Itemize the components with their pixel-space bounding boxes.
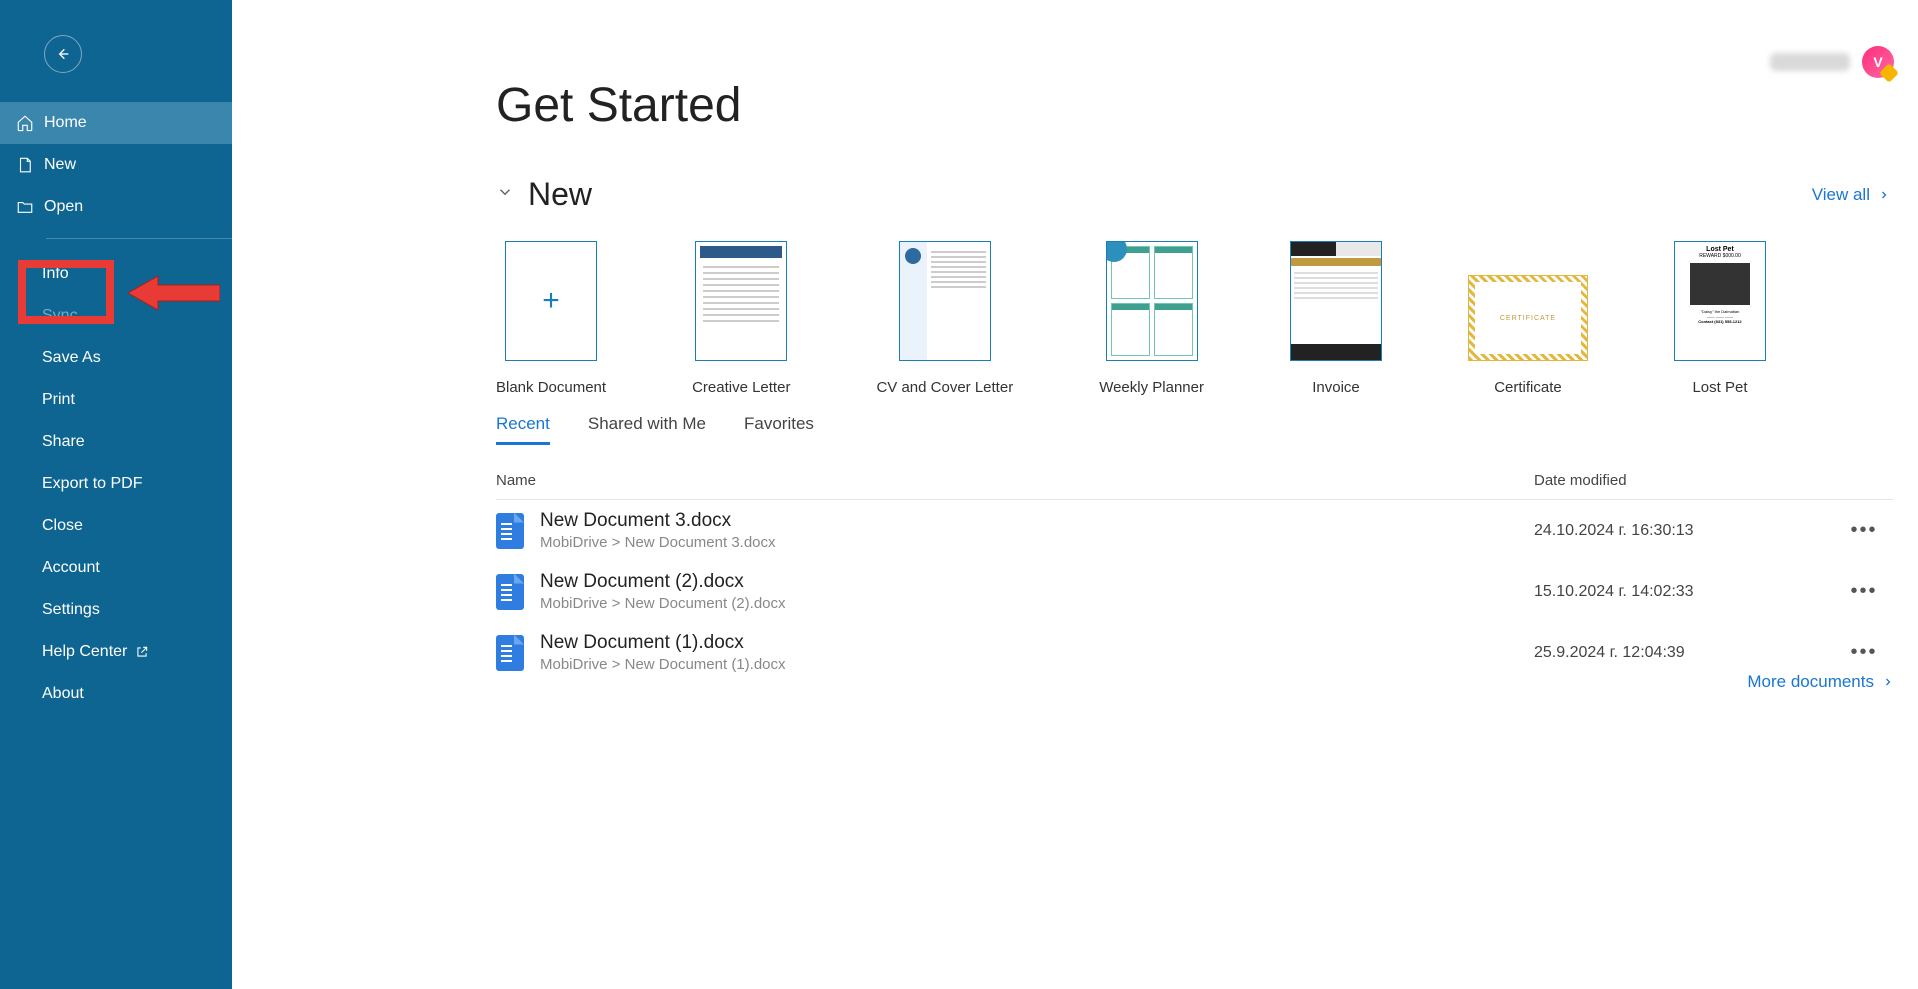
template-label: Creative Letter [692,379,790,396]
sidebar-item-label: Export to PDF [42,475,142,493]
sidebar-item-label: Account [42,559,100,577]
sidebar-item-sync[interactable]: Sync [0,295,232,337]
template-label: Certificate [1494,379,1562,396]
template-cv-cover-letter[interactable]: CV and Cover Letter [876,241,1013,396]
sidebar-item-export-pdf[interactable]: Export to PDF [0,463,232,505]
sidebar-item-help-center[interactable]: Help Center [0,631,232,673]
chevron-right-icon [1878,189,1890,201]
plus-icon: + [542,284,560,318]
folder-icon [16,198,34,216]
file-date: 25.9.2024 г. 12:04:39 [1534,644,1834,662]
tab-favorites[interactable]: Favorites [744,414,814,445]
file-path: MobiDrive > New Document 3.docx [540,534,1534,551]
sidebar-item-print[interactable]: Print [0,379,232,421]
sidebar-item-share[interactable]: Share [0,421,232,463]
sidebar-item-label: New [44,156,76,174]
sidebar-item-label: Info [42,265,69,283]
template-weekly-planner[interactable]: Weekly Planner [1099,241,1204,396]
sidebar-item-label: Home [44,114,87,132]
sidebar-item-label: Print [42,391,75,409]
template-invoice[interactable]: Invoice [1290,241,1382,396]
home-icon [16,114,34,132]
main-content: V Get Started New View all + Blank Docum… [232,0,1918,989]
file-name: New Document 3.docx [540,510,1534,532]
column-name[interactable]: Name [496,472,1534,489]
more-options-button[interactable]: ••• [1834,641,1894,664]
sidebar-item-settings[interactable]: Settings [0,589,232,631]
file-date: 24.10.2024 г. 16:30:13 [1534,522,1834,540]
template-thumb [1106,241,1198,361]
document-icon [496,513,524,549]
sidebar-item-about[interactable]: About [0,673,232,715]
template-blank-document[interactable]: + Blank Document [496,241,606,396]
sidebar-item-label: Share [42,433,85,451]
list-header: Name Date modified [496,462,1894,500]
file-list-tabs: Recent Shared with Me Favorites [496,414,814,445]
file-path: MobiDrive > New Document (1).docx [540,656,1534,673]
sidebar-item-label: Open [44,198,83,216]
template-thumb: Lost PetREWARD $000.00"Daisy" the Dalmat… [1674,241,1766,361]
section-new: New View all + Blank Document Creative L… [496,176,1894,396]
sidebar-item-account[interactable]: Account [0,547,232,589]
chevron-down-icon[interactable] [496,183,514,206]
view-all-link[interactable]: View all [1812,185,1890,205]
backstage-sidebar: Home New Open Info Sync Save As Print Sh… [0,0,232,989]
sidebar-item-label: Sync [42,307,78,325]
file-row[interactable]: New Document 3.docx MobiDrive > New Docu… [496,500,1894,561]
page-title: Get Started [496,78,741,133]
column-date-modified[interactable]: Date modified [1534,472,1834,489]
file-date: 15.10.2024 г. 14:02:33 [1534,583,1834,601]
sidebar-item-label: About [42,685,84,703]
template-thumb [899,241,991,361]
sidebar-item-home[interactable]: Home [0,102,232,144]
sidebar-item-label: Help Center [42,643,127,661]
tab-recent[interactable]: Recent [496,414,550,445]
recent-file-list: Name Date modified New Document 3.docx M… [496,462,1894,683]
chevron-right-icon [1882,676,1894,688]
template-lost-pet[interactable]: Lost PetREWARD $000.00"Daisy" the Dalmat… [1674,241,1766,396]
template-thumb [695,241,787,361]
file-path: MobiDrive > New Document (2).docx [540,595,1534,612]
external-link-icon [135,645,149,659]
file-name: New Document (2).docx [540,571,1534,593]
template-label: Invoice [1312,379,1360,396]
sidebar-item-info[interactable]: Info [0,253,232,295]
sidebar-divider [46,238,232,239]
back-button[interactable] [44,35,82,73]
template-thumb: CERTIFICATE [1468,275,1588,361]
file-name: New Document (1).docx [540,632,1534,654]
template-label: CV and Cover Letter [876,379,1013,396]
avatar[interactable]: V [1862,46,1894,78]
more-options-button[interactable]: ••• [1834,580,1894,603]
account-name-blurred [1770,53,1850,71]
sidebar-item-label: Save As [42,349,101,367]
sidebar-item-save-as[interactable]: Save As [0,337,232,379]
template-thumb [1290,241,1382,361]
document-icon [16,156,34,174]
template-label: Blank Document [496,379,606,396]
template-certificate[interactable]: CERTIFICATE Certificate [1468,241,1588,396]
document-icon [496,635,524,671]
file-row[interactable]: New Document (1).docx MobiDrive > New Do… [496,622,1894,683]
sidebar-item-close[interactable]: Close [0,505,232,547]
template-label: Weekly Planner [1099,379,1204,396]
sidebar-item-label: Close [42,517,83,535]
file-row[interactable]: New Document (2).docx MobiDrive > New Do… [496,561,1894,622]
sidebar-item-open[interactable]: Open [0,186,232,228]
more-options-button[interactable]: ••• [1834,519,1894,542]
template-thumb: + [505,241,597,361]
sidebar-item-label: Settings [42,601,100,619]
more-documents-link[interactable]: More documents [1747,672,1894,692]
tab-shared-with-me[interactable]: Shared with Me [588,414,706,445]
document-icon [496,574,524,610]
template-label: Lost Pet [1692,379,1747,396]
template-creative-letter[interactable]: Creative Letter [692,241,790,396]
section-title: New [528,176,592,213]
sidebar-item-new[interactable]: New [0,144,232,186]
account-area[interactable]: V [1770,46,1894,78]
